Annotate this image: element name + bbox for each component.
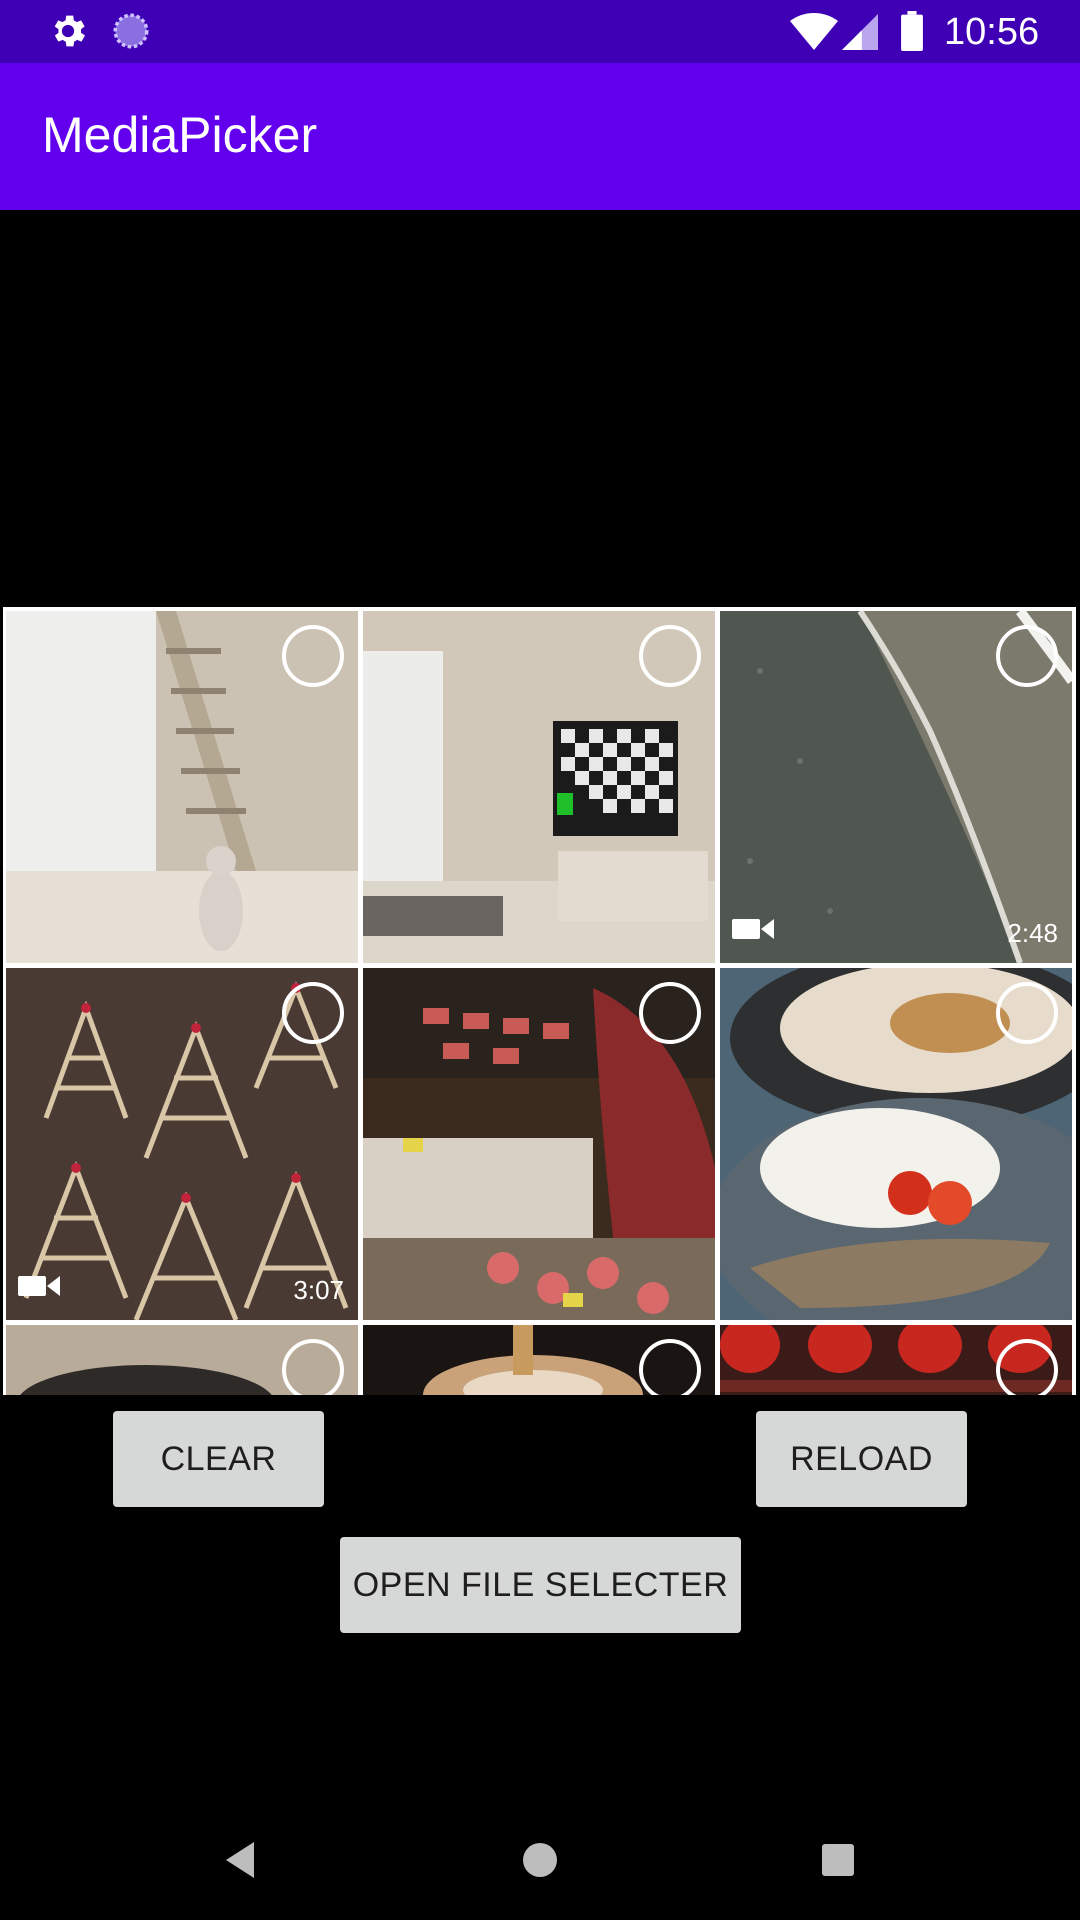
media-tile[interactable]: 2:48	[720, 611, 1072, 963]
sync-icon	[113, 13, 149, 49]
select-circle[interactable]	[282, 982, 344, 1044]
media-tile[interactable]	[363, 968, 715, 1320]
select-circle[interactable]	[282, 1339, 344, 1395]
wifi-icon	[790, 13, 838, 50]
reload-button[interactable]: RELOAD	[756, 1411, 967, 1507]
navigation-bar	[0, 1800, 1080, 1920]
media-tile[interactable]	[720, 968, 1072, 1320]
cell-signal-icon	[842, 14, 878, 50]
status-time: 10:56	[944, 11, 1040, 53]
select-circle[interactable]	[996, 1339, 1058, 1395]
media-tile[interactable]	[363, 611, 715, 963]
app-title: MediaPicker	[42, 107, 318, 163]
app-bar: MediaPicker	[0, 63, 1080, 210]
video-duration: 3:07	[293, 1275, 344, 1305]
open-file-selecter-button[interactable]: OPEN FILE SELECTER	[340, 1537, 741, 1633]
media-tile[interactable]	[6, 611, 358, 963]
media-tile[interactable]	[363, 1325, 715, 1395]
media-tile[interactable]: 3:07	[6, 968, 358, 1320]
select-circle[interactable]	[996, 982, 1058, 1044]
status-bar: 10:56	[0, 0, 1080, 63]
clear-button[interactable]: CLEAR	[113, 1411, 324, 1507]
select-circle[interactable]	[639, 625, 701, 687]
select-circle[interactable]	[639, 982, 701, 1044]
battery-icon	[901, 11, 923, 51]
select-circle[interactable]	[996, 625, 1058, 687]
video-camera-icon	[732, 919, 774, 939]
media-grid[interactable]: 2:48 3:07	[3, 607, 1076, 1395]
gear-icon	[54, 15, 85, 47]
media-tile[interactable]	[720, 1325, 1072, 1395]
back-icon[interactable]	[218, 1836, 266, 1884]
recents-icon[interactable]	[814, 1836, 862, 1884]
video-duration: 2:48	[1007, 918, 1058, 948]
select-circle[interactable]	[282, 625, 344, 687]
media-tile[interactable]	[6, 1325, 358, 1395]
select-circle[interactable]	[639, 1339, 701, 1395]
home-icon[interactable]	[516, 1836, 564, 1884]
video-camera-icon	[18, 1276, 60, 1296]
